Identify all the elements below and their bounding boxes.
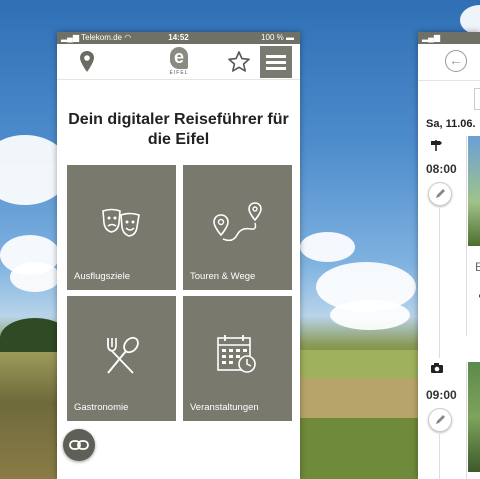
timeline-card[interactable]: E — [466, 136, 480, 336]
theater-masks-icon — [102, 208, 140, 237]
page-title: Dein digitaler Reiseführer für die Eifel — [68, 111, 289, 148]
signpost-icon — [431, 140, 442, 151]
cloud — [330, 300, 410, 330]
top-bar: e EIFEL — [57, 44, 300, 80]
tile-label: Veranstaltungen — [190, 402, 259, 413]
cloud — [460, 5, 480, 35]
tile-label: Ausflugsziele — [74, 271, 130, 282]
tile-label: Gastronomie — [74, 402, 129, 413]
field — [300, 418, 420, 479]
back-arrow-icon[interactable]: ← — [445, 50, 467, 72]
star-icon[interactable] — [227, 50, 251, 74]
cloud — [10, 262, 60, 292]
timeline-card[interactable] — [466, 362, 480, 479]
phone-screen-itinerary: ▂▄▆ Telekom.de ← Sa, 11.06. 08:00 E 09:0… — [418, 32, 480, 479]
field — [300, 378, 420, 418]
cloud — [300, 232, 355, 262]
card-title: E — [475, 260, 480, 274]
pencil-icon — [436, 189, 445, 198]
edit-button[interactable] — [428, 408, 452, 432]
logo-mark: e — [170, 47, 188, 69]
battery: 100 % ▬ — [261, 33, 294, 42]
tile-gastronomie[interactable]: Gastronomie — [67, 296, 176, 421]
hamburger-menu-icon[interactable] — [260, 46, 292, 78]
link-icon — [69, 440, 89, 450]
tile-ausflugsziele[interactable]: Ausflugsziele — [67, 165, 176, 290]
divider — [418, 80, 480, 81]
status-bar: ▂▄▆ Telekom.de — [418, 32, 480, 54]
time-label: 08:00 — [426, 162, 457, 176]
timeline-line — [439, 434, 440, 479]
calendar-clock-icon — [217, 335, 256, 373]
card-image — [468, 136, 480, 246]
logo-text: EIFEL — [169, 70, 189, 76]
link-button[interactable] — [63, 429, 95, 461]
date-selector[interactable] — [474, 88, 480, 110]
eifel-logo[interactable]: e EIFEL — [168, 47, 190, 76]
tile-label: Touren & Wege — [190, 271, 256, 282]
camera-icon — [431, 363, 443, 373]
timeline-line — [439, 208, 440, 358]
location-pin-icon[interactable] — [79, 50, 95, 74]
time-label: 09:00 — [426, 388, 457, 402]
tile-touren-wege[interactable]: Touren & Wege — [183, 165, 292, 290]
fork-spoon-icon — [107, 336, 139, 374]
edit-button[interactable] — [428, 182, 452, 206]
date-label: Sa, 11.06. — [426, 118, 476, 130]
card-image — [468, 362, 480, 472]
status-bar: ▂▄▆ Telekom.de ◠ 14:52 100 % ▬ — [57, 32, 300, 44]
pencil-icon — [436, 415, 445, 424]
field — [300, 350, 420, 380]
tile-veranstaltungen[interactable]: Veranstaltungen — [183, 296, 292, 421]
route-pins-icon — [213, 202, 262, 242]
phone-screen-home: ▂▄▆ Telekom.de ◠ 14:52 100 % ▬ e EIFEL D… — [57, 32, 300, 479]
